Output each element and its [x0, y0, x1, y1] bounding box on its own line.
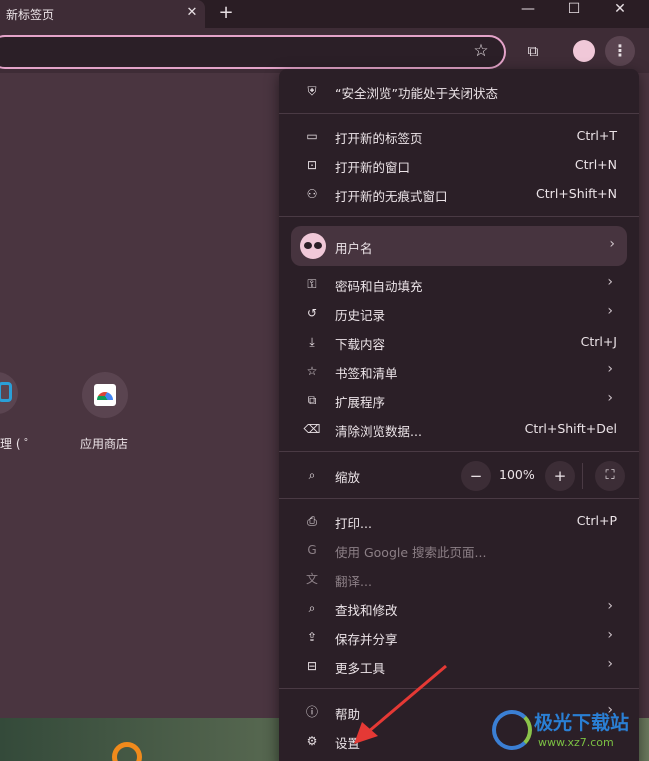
- menu-label: 打印...: [335, 516, 372, 531]
- gear-icon: ⚙: [306, 734, 318, 748]
- menu-passwords[interactable]: ⚿ 密码和自动填充 ›: [279, 270, 639, 299]
- chevron-right-icon: ›: [607, 627, 613, 643]
- profile-avatar-icon: [300, 233, 326, 259]
- menu-history[interactable]: ↺ 历史记录 ›: [279, 299, 639, 328]
- menu-extensions[interactable]: ⧉ 扩展程序 ›: [279, 386, 639, 415]
- menu-label: 打开新的标签页: [335, 131, 423, 146]
- menu-clear-data[interactable]: ⌫ 清除浏览数据... Ctrl+Shift+Del: [279, 415, 639, 444]
- menu-label: 打开新的无痕式窗口: [335, 189, 448, 204]
- profile-avatar-button[interactable]: [573, 40, 595, 62]
- watermark-title: 极光下载站: [534, 712, 630, 734]
- menu-shortcut: Ctrl+Shift+Del: [524, 421, 617, 436]
- menu-label: 缩放: [335, 470, 361, 485]
- incognito-icon: ⚇: [306, 187, 318, 201]
- key-icon: ⚿: [307, 277, 317, 291]
- tab-strip: 新标签页 ✕ + — ☐ ✕: [0, 0, 649, 28]
- menu-bookmarks[interactable]: ☆ 书签和清单 ›: [279, 357, 639, 386]
- menu-shortcut: Ctrl+T: [576, 128, 617, 143]
- menu-incognito[interactable]: ⚇ 打开新的无痕式窗口 Ctrl+Shift+N: [279, 180, 639, 209]
- menu-shortcut: Ctrl+J: [580, 334, 617, 349]
- bookmark-star-icon[interactable]: ☆: [470, 40, 492, 62]
- menu-label: 下载内容: [335, 337, 386, 352]
- menu-new-tab[interactable]: ▭ 打开新的标签页 Ctrl+T: [279, 122, 639, 151]
- menu-zoom: ⌕ 缩放: [279, 461, 639, 490]
- watermark-url: www.xz7.com: [538, 736, 614, 749]
- new-window-icon: ⊡: [306, 158, 318, 172]
- address-bar[interactable]: [0, 35, 506, 69]
- menu-label: 历史记录: [335, 308, 386, 323]
- save-share-icon: ⇪: [306, 630, 318, 644]
- site-watermark: 极光下载站 www.xz7.com: [492, 706, 642, 756]
- menu-kebab-icon[interactable]: ⋮: [605, 36, 635, 66]
- chevron-right-icon: ›: [609, 236, 615, 252]
- divider: [279, 216, 639, 217]
- menu-label: 查找和修改: [335, 603, 398, 618]
- zoom-icon: ⌕: [308, 468, 316, 482]
- menu-label: 打开新的窗口: [335, 160, 411, 175]
- app-store-icon[interactable]: [82, 372, 128, 418]
- close-window-button[interactable]: ✕: [597, 0, 643, 28]
- app-store-label[interactable]: 应用商店: [80, 435, 128, 452]
- menu-save-share[interactable]: ⇪ 保存并分享 ›: [279, 623, 639, 652]
- printer-icon: ⎙: [307, 514, 317, 528]
- menu-label: 扩展程序: [335, 395, 386, 410]
- menu-label: 密码和自动填充: [335, 279, 423, 294]
- find-page-icon: ⌕: [308, 601, 316, 615]
- divider: [279, 498, 639, 499]
- menu-shortcut: Ctrl+Shift+N: [536, 186, 617, 201]
- new-tab-icon: ▭: [306, 129, 318, 143]
- fullscreen-button[interactable]: ⛶: [595, 461, 625, 491]
- chevron-right-icon: ›: [607, 656, 613, 672]
- menu-label: “安全浏览”功能处于关闭状态: [335, 86, 498, 101]
- zoom-in-button[interactable]: +: [545, 461, 575, 491]
- profile-name: 用户名: [335, 241, 373, 256]
- help-icon: ⓘ: [305, 705, 318, 719]
- menu-print[interactable]: ⎙ 打印... Ctrl+P: [279, 507, 639, 536]
- menu-google-search: G 使用 Google 搜索此页面...: [279, 536, 639, 565]
- tab-close-icon[interactable]: ✕: [183, 4, 201, 22]
- star-icon: ☆: [306, 364, 318, 378]
- menu-find-edit[interactable]: ⌕ 查找和修改 ›: [279, 594, 639, 623]
- shield-icon: ⛨: [307, 84, 317, 98]
- watermark-logo-icon: [492, 710, 532, 750]
- annotation-arrow-icon: [354, 664, 447, 744]
- translate-icon: 文: [305, 572, 318, 586]
- menu-profile[interactable]: 用户名 ›: [291, 226, 627, 266]
- history-icon: ↺: [306, 306, 318, 320]
- shortcut-label[interactable]: 理 ( ゜: [0, 435, 36, 452]
- new-tab-button[interactable]: +: [215, 3, 237, 25]
- menu-translate: 文 翻译...: [279, 565, 639, 594]
- chevron-right-icon: ›: [607, 274, 613, 290]
- google-icon: G: [307, 543, 317, 557]
- menu-safe-browsing[interactable]: ⛨ “安全浏览”功能处于关闭状态: [279, 77, 639, 106]
- tab-new-tab[interactable]: 新标签页 ✕: [0, 0, 205, 28]
- menu-shortcut: Ctrl+N: [574, 157, 617, 172]
- minimize-button[interactable]: —: [505, 0, 551, 28]
- divider: [279, 451, 639, 452]
- chevron-right-icon: ›: [607, 361, 613, 377]
- menu-label: 书签和清单: [335, 366, 398, 381]
- menu-label: 保存并分享: [335, 632, 398, 647]
- trash-icon: ⌫: [303, 422, 321, 436]
- zoom-level: 100%: [499, 467, 535, 482]
- chevron-right-icon: ›: [607, 598, 613, 614]
- puzzle-icon: ⧉: [307, 393, 317, 407]
- zoom-out-button[interactable]: −: [461, 461, 491, 491]
- menu-downloads[interactable]: ⤓ 下载内容 Ctrl+J: [279, 328, 639, 357]
- menu-label: 使用 Google 搜索此页面...: [335, 545, 487, 560]
- menu-new-window[interactable]: ⊡ 打开新的窗口 Ctrl+N: [279, 151, 639, 180]
- divider: [582, 463, 583, 489]
- menu-label: 翻译...: [335, 574, 372, 589]
- menu-shortcut: Ctrl+P: [576, 513, 617, 528]
- browser-menu: ⛨ “安全浏览”功能处于关闭状态 ▭ 打开新的标签页 Ctrl+T ⊡ 打开新的…: [279, 69, 639, 761]
- chevron-right-icon: ›: [607, 390, 613, 406]
- divider: [279, 113, 639, 114]
- chevron-right-icon: ›: [607, 303, 613, 319]
- maximize-button[interactable]: ☐: [551, 0, 597, 28]
- download-icon: ⤓: [309, 335, 315, 349]
- menu-label: 清除浏览数据...: [335, 424, 422, 439]
- toolbox-icon: ⊟: [306, 659, 318, 673]
- extensions-puzzle-icon[interactable]: ⧉: [521, 39, 545, 63]
- tab-title: 新标签页: [6, 8, 55, 22]
